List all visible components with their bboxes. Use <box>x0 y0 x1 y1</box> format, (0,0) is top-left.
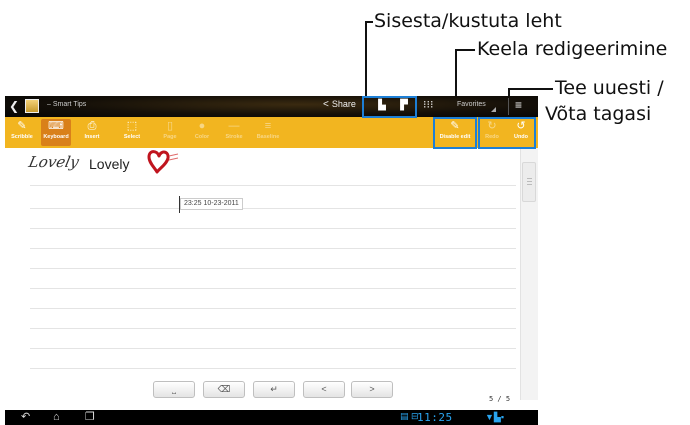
share-label: Share <box>331 99 356 109</box>
favorites-dropdown[interactable]: Favorites <box>457 101 486 108</box>
timestamp-stamp: 23:25 10-23-2011 <box>180 198 243 210</box>
tool-label: Scribble <box>11 134 33 140</box>
grip-line <box>527 178 532 179</box>
share-icon: < <box>323 99 329 110</box>
tool-label: Color <box>194 134 210 140</box>
ruled-line <box>30 268 516 269</box>
scrollbar-thumb[interactable] <box>522 162 536 202</box>
tool-label: Page <box>163 134 177 140</box>
enter-key[interactable]: ↵ <box>253 381 295 398</box>
divider <box>508 98 509 115</box>
ruled-line <box>30 308 516 309</box>
tool-select[interactable]: ⬚ Select <box>117 119 147 146</box>
backspace-key[interactable]: ⌫ <box>203 381 245 398</box>
handwritten-text: Lovely <box>27 153 81 171</box>
action-bar: ❮ – Smart Tips < Share ▙ ▛ ⁝⁝⁝ Favorites … <box>5 96 538 117</box>
app-icon <box>25 99 39 113</box>
tool-label: Baseline <box>256 134 280 140</box>
wifi-battery-icons: ▼▙▪ <box>485 412 505 422</box>
back-arrow-icon[interactable]: ❮ <box>9 99 19 113</box>
tool-page[interactable]: ▯ Page <box>155 119 185 146</box>
page-icon: ▯ <box>166 120 174 132</box>
grip-line <box>527 184 532 185</box>
tool-label: Keyboard <box>43 134 69 140</box>
callout-redo-undo-line2: Võta tagasi <box>545 103 652 125</box>
favorites-arrow-icon <box>491 107 496 112</box>
grid-icon[interactable]: ⁝⁝⁝ <box>423 98 434 111</box>
tool-insert[interactable]: ⎙ Insert <box>77 119 107 146</box>
tool-label: Stroke <box>225 134 243 140</box>
nav-recent-apps-icon[interactable]: ❐ <box>85 410 95 425</box>
tool-baseline[interactable]: ≡ Baseline <box>253 119 283 146</box>
note-page[interactable] <box>5 148 520 400</box>
callout-redo-undo-line1: Tee uuesti / <box>555 77 664 99</box>
notification-icons: ▤ ⊟ <box>400 411 419 421</box>
typed-text: Lovely <box>89 156 130 172</box>
ruled-line <box>30 185 516 186</box>
tool-scribble[interactable]: ✎ Scribble <box>7 119 37 146</box>
notebook-title: – Smart Tips <box>47 101 87 108</box>
share-button[interactable]: < Share <box>323 99 356 110</box>
ruled-line <box>30 288 516 289</box>
callout-insert-delete-page: Sisesta/kustuta leht <box>374 10 562 32</box>
heart-doodle <box>147 150 179 174</box>
tool-keyboard[interactable]: ⌨ Keyboard <box>41 119 71 146</box>
callout-line-disable-edit <box>455 49 475 51</box>
status-clock: 11:25 <box>417 411 453 424</box>
highlight-redo-undo <box>478 117 536 149</box>
ruled-line <box>30 368 516 369</box>
tool-label: Insert <box>84 134 100 140</box>
highlight-insert-delete <box>362 96 417 118</box>
select-icon: ⬚ <box>126 120 138 132</box>
ruled-line <box>30 228 516 229</box>
nav-home-icon[interactable]: ⌂ <box>53 410 60 425</box>
baseline-icon: ≡ <box>264 120 272 132</box>
nav-back-icon[interactable]: ↶ <box>21 410 30 425</box>
ruled-line <box>30 348 516 349</box>
ruled-line <box>30 328 516 329</box>
grip-line <box>527 181 532 182</box>
system-bar: ↶ ⌂ ❐ ▤ ⊟ 11:25 ▼▙▪ <box>5 410 538 425</box>
ruled-line <box>30 248 516 249</box>
menu-icon[interactable]: ≡ <box>515 98 522 112</box>
stroke-icon: — <box>228 120 240 132</box>
cursor-right-key[interactable]: > <box>351 381 393 398</box>
space-key[interactable]: ⎵ <box>153 381 195 398</box>
callout-line-insert-delete-v <box>365 21 367 97</box>
tool-color[interactable]: ● Color <box>187 119 217 146</box>
page-indicator: 5 / 5 <box>489 395 511 403</box>
highlight-disable-edit <box>433 117 477 149</box>
color-dot-icon: ● <box>198 120 206 132</box>
insert-icon: ⎙ <box>87 120 97 132</box>
keyboard-icon: ⌨ <box>48 120 64 132</box>
callout-disable-edit: Keela redigeerimine <box>477 38 668 60</box>
scribble-icon: ✎ <box>17 120 27 132</box>
tool-stroke[interactable]: — Stroke <box>219 119 249 146</box>
tool-label: Select <box>123 134 141 140</box>
cursor-left-key[interactable]: < <box>303 381 345 398</box>
ruled-line <box>30 208 516 209</box>
callout-line-redo-undo <box>508 88 553 90</box>
